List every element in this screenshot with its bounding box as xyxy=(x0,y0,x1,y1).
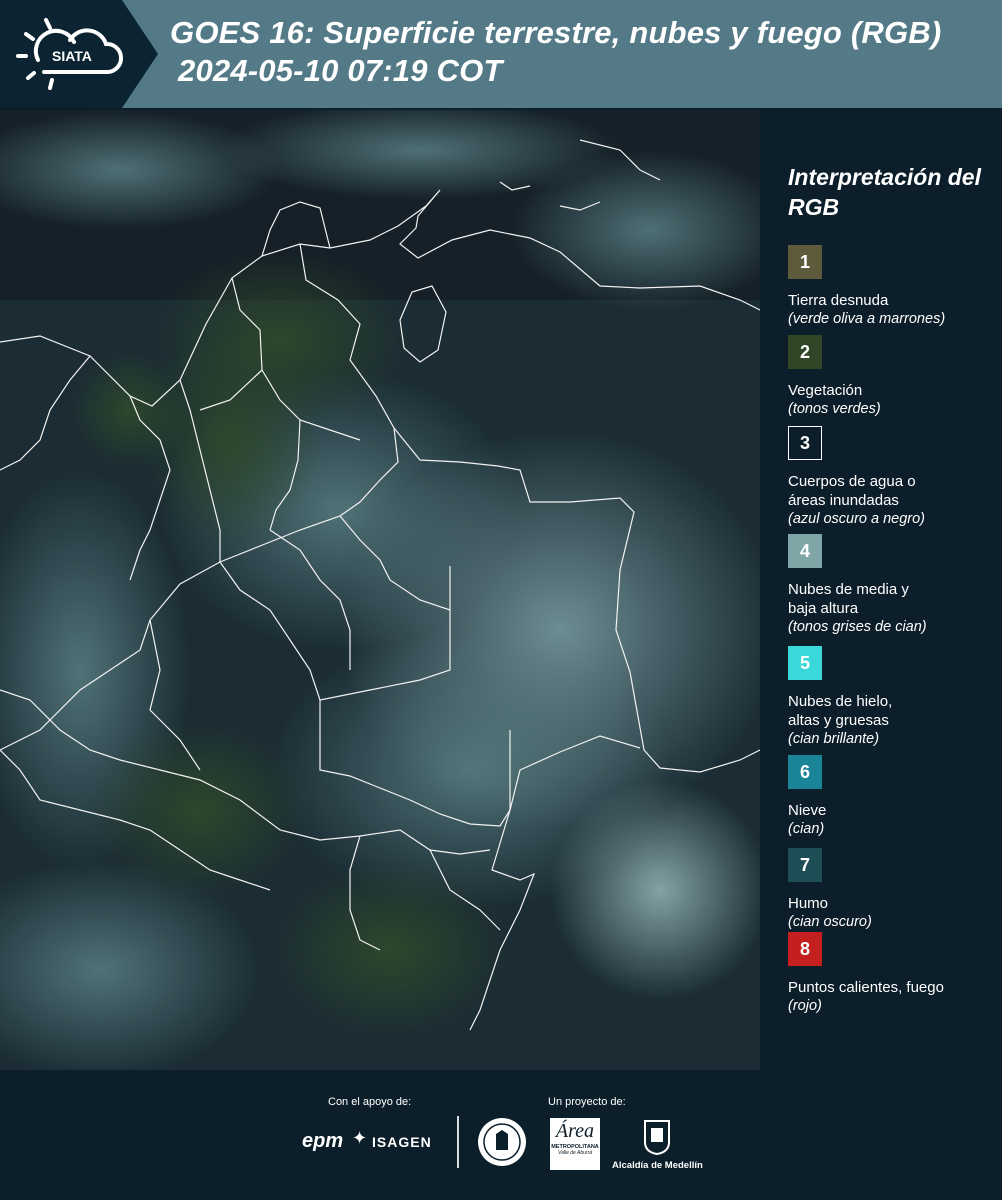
area-metropolitana-logo: Área METROPOLITANA Valle de Aburrá xyxy=(550,1118,600,1170)
legend-swatch: 1 xyxy=(788,245,822,279)
siata-logo: SIATA xyxy=(16,18,124,90)
legend-description: (verde oliva a marrones) xyxy=(788,311,946,327)
legend-item: 8 Puntos calientes, fuego (rojo) xyxy=(788,932,988,1016)
legend-description: (cian brillante) xyxy=(788,731,880,747)
legend-item: 5 Nubes de hielo, altas y gruesas (cian br… xyxy=(788,646,988,749)
legend-swatch: 7 xyxy=(788,848,822,882)
isagen-icon: ✦ xyxy=(352,1128,368,1148)
area-logo-sub2: Valle de Aburrá xyxy=(557,1150,593,1156)
legend-item: 7 Humo (cian oscuro) xyxy=(788,848,988,932)
legend-label: Cuerpos de agua o áreas inundadas xyxy=(788,473,916,509)
alcaldia-label: Alcaldía de Medellín xyxy=(612,1160,703,1171)
header: SIATA GOES 16: Superficie terrestre, nub… xyxy=(0,0,1002,108)
legend-description: (rojo) xyxy=(788,998,822,1014)
legend-label: Humo xyxy=(788,895,829,912)
support-label: Con el apoyo de: xyxy=(328,1096,412,1108)
legend-label: Tierra desnuda xyxy=(788,292,889,309)
legend-swatch: 3 xyxy=(788,426,822,460)
svg-text:SIATA: SIATA xyxy=(52,48,92,64)
isagen-logo: ISAGEN xyxy=(372,1134,432,1150)
map-canvas xyxy=(0,110,760,1070)
project-label: Un proyecto de: xyxy=(548,1096,626,1108)
area-logo-text: Área xyxy=(555,1120,595,1142)
legend-label: Nieve xyxy=(788,802,827,819)
legend-description: (cian) xyxy=(788,821,825,837)
legend-label: Vegetación xyxy=(788,382,863,399)
alcaldia-shield-icon xyxy=(644,1120,670,1156)
legend-title: Interpretación del RGB xyxy=(788,164,981,220)
legend-item: 6 Nieve (cian) xyxy=(788,755,988,839)
legend-label: Puntos calientes, fuego xyxy=(788,979,944,996)
legend-description: (azul oscuro a negro) xyxy=(788,511,926,527)
legend-swatch: 8 xyxy=(788,932,822,966)
satellite-map xyxy=(0,110,760,1070)
legend-swatch: 4 xyxy=(788,534,822,568)
legend-description: (tonos verdes) xyxy=(788,401,881,417)
legend-item: 3 Cuerpos de agua o áreas inundadas (azul … xyxy=(788,426,988,529)
legend-description: (tonos grises de cian) xyxy=(788,619,927,635)
footer-divider xyxy=(457,1116,459,1168)
university-seal-icon xyxy=(478,1118,526,1166)
legend-item: 1 Tierra desnuda (verde oliva a marrones) xyxy=(788,245,988,329)
legend-item: 2 Vegetación (tonos verdes) xyxy=(788,335,988,419)
page-title: GOES 16: Superficie terrestre, nubes y f… xyxy=(170,14,941,90)
legend-swatch: 2 xyxy=(788,335,822,369)
epm-logo: epm xyxy=(302,1130,344,1152)
legend-swatch: 5 xyxy=(788,646,822,680)
legend-label: Nubes de hielo, altas y gruesas xyxy=(788,693,893,729)
legend-item: 4 Nubes de media y baja altura (tonos gris… xyxy=(788,534,988,637)
title-line-1: GOES 16: Superficie terrestre, nubes y f… xyxy=(170,15,942,50)
title-line-2: 2024-05-10 07:19 COT xyxy=(178,53,503,88)
legend-label: Nubes de media y baja altura xyxy=(788,581,909,617)
footer: Con el apoyo de: Un proyecto de: epm ✦ I… xyxy=(0,1070,1002,1200)
legend-panel: Interpretación del RGB 1 Tierra desnuda (v… xyxy=(760,110,1002,1070)
legend-swatch: 6 xyxy=(788,755,822,789)
legend-description: (cian oscuro) xyxy=(788,914,872,930)
logo-panel: SIATA xyxy=(0,0,158,108)
